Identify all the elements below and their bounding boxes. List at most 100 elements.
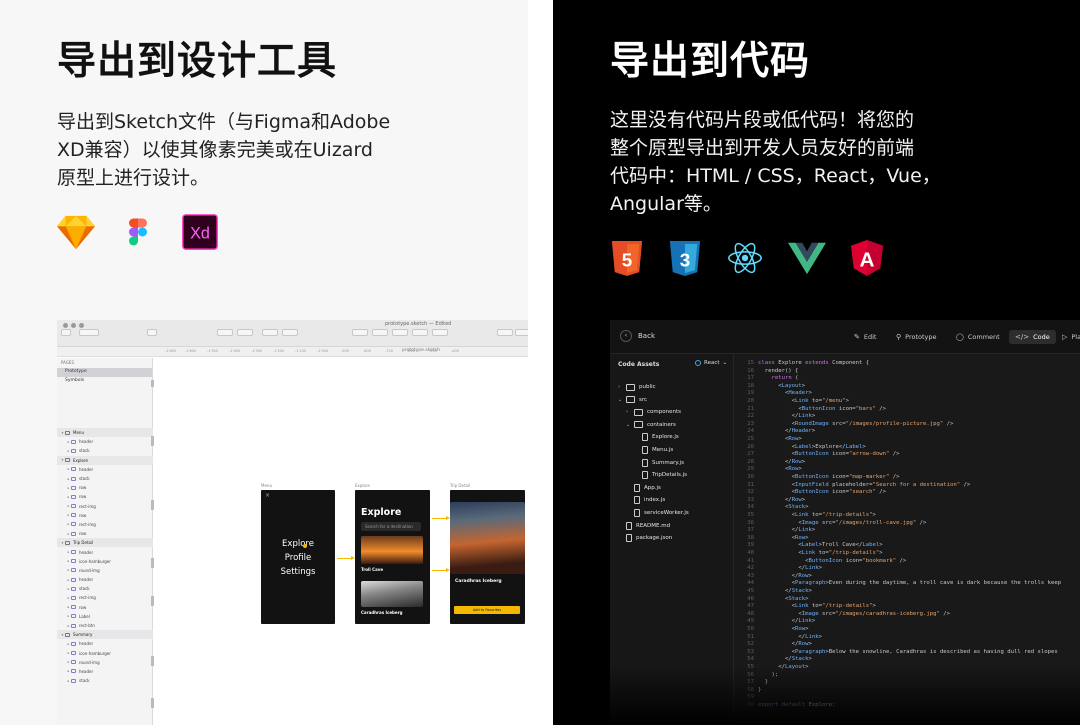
tab-edit[interactable]: ✎ Edit (854, 330, 876, 344)
layer-item[interactable]: ▸ stack (57, 676, 153, 685)
subtract-button[interactable] (515, 329, 528, 336)
layer-item[interactable]: ▸ row (57, 492, 153, 501)
rotate-button[interactable] (372, 329, 388, 336)
layer-group[interactable]: ▾ Menu (57, 428, 153, 438)
scale-button[interactable] (412, 329, 428, 336)
layer-item[interactable]: ▸ header (57, 667, 153, 676)
layer-item[interactable]: ▸ header (57, 465, 153, 474)
file-item[interactable]: App.js (634, 482, 661, 494)
trip-detail-artboard[interactable]: Caradhras Iceberg Add to Favorites (450, 490, 525, 624)
explore-search-field[interactable]: Search for a destination (361, 522, 421, 531)
code-line: </Row> (758, 572, 812, 579)
folder-item[interactable]: › public (618, 381, 656, 393)
layer-group[interactable]: ▾ Summary (57, 630, 153, 640)
explore-artboard[interactable]: Explore Search for a destination Troll C… (355, 490, 430, 624)
file-item[interactable]: README.md (626, 520, 670, 532)
layer-item[interactable]: ▸ header (57, 575, 153, 584)
chevron-down-icon[interactable]: ⌄ (626, 422, 630, 428)
chevron-right-icon[interactable]: › (618, 384, 622, 390)
xd-logo-text: Xd (190, 225, 210, 243)
menu-item-explore[interactable]: Explore (261, 539, 335, 549)
layer-name: header (79, 668, 94, 674)
code-export-description: 这里没有代码片段或低代码！将您的 整个原型导出到开发人员友好的前端 代码中：HT… (610, 106, 980, 218)
file-item[interactable]: Explore.js (642, 431, 679, 443)
tab-play[interactable]: ▷ Pla (1062, 330, 1080, 344)
file-item[interactable]: Menu.js (642, 444, 673, 456)
zoom-window-icon[interactable] (79, 323, 84, 328)
insert-tool-button[interactable] (61, 329, 71, 336)
layer-item[interactable]: ▸ row (57, 529, 153, 538)
layer-item[interactable]: ▸ round-img (57, 566, 153, 575)
tab-comment[interactable]: ◯ Comment (956, 330, 1000, 344)
file-item[interactable]: TripDetails.js (642, 469, 687, 481)
layer-item[interactable]: ▸ row (57, 483, 153, 492)
tab-prototype[interactable]: ⚲ Prototype (896, 330, 937, 344)
page-item-symbols[interactable]: Symbols (57, 377, 152, 386)
layer-item[interactable]: ▸ header (57, 437, 153, 446)
backward-button[interactable] (237, 329, 253, 336)
layer-icon (71, 595, 76, 600)
line-number: 33 (747, 496, 754, 503)
folder-item[interactable]: ⌄ containers (626, 419, 676, 431)
code-line: <ButtonIcon icon="arrow-down" /> (758, 451, 900, 458)
layer-item[interactable]: ▸ icon-hamburger (57, 557, 153, 566)
code-line: <Stack> (758, 595, 809, 602)
menu-item-profile[interactable]: Profile (261, 553, 335, 563)
layer-item[interactable]: ▸ header (57, 547, 153, 556)
vue-icon (788, 242, 826, 275)
file-item[interactable]: serviceWorker.js (634, 507, 689, 519)
design-canvas[interactable]: Menu × Explore Profile Settings Explore … (161, 358, 528, 725)
layer-item[interactable]: ▸ Label (57, 612, 153, 621)
menu-artboard[interactable]: × Explore Profile Settings (261, 490, 335, 624)
minimize-window-icon[interactable] (71, 323, 76, 328)
file-item[interactable]: index.js (634, 494, 665, 506)
flatten-button[interactable] (432, 329, 448, 336)
canvas-file-name: prototype.sketch (402, 348, 441, 353)
folder-item[interactable]: › components (626, 406, 681, 418)
layer-item[interactable]: ▸ rect-btn (57, 621, 153, 630)
file-item[interactable]: package.json (626, 532, 672, 544)
group-button[interactable] (262, 329, 278, 336)
data-tool-button[interactable] (79, 329, 99, 336)
edit-button[interactable] (352, 329, 368, 336)
file-item[interactable]: Summary.js (642, 457, 684, 469)
ungroup-button[interactable] (282, 329, 298, 336)
code-line: </Link> (758, 413, 816, 420)
layer-item[interactable]: ▸ icon-hamburger (57, 649, 153, 658)
layers-scroll-markers (151, 380, 154, 708)
menu-item-settings[interactable]: Settings (261, 567, 335, 577)
layer-item[interactable]: ▸ stack (57, 446, 153, 455)
back-button[interactable]: ‹ Back (620, 330, 655, 342)
layer-icon (71, 513, 76, 518)
layer-item[interactable]: ▸ round-img (57, 658, 153, 667)
line-number: 29 (747, 466, 754, 473)
chevron-down-icon: ⌄ (722, 360, 728, 366)
folder-item[interactable]: ⌄ src (618, 394, 647, 406)
html5-icon: 5 (611, 241, 643, 276)
layer-item[interactable]: ▸ stack (57, 584, 153, 593)
create-symbol-button[interactable] (147, 329, 157, 336)
code-line: </Link> (758, 633, 823, 640)
layer-item[interactable]: ▸ rect-img (57, 502, 153, 511)
layer-item[interactable]: ▸ row (57, 511, 153, 520)
code-line: return ( (771, 375, 799, 382)
layer-item[interactable]: ▸ stack (57, 474, 153, 483)
layer-item[interactable]: ▸ rect-img (57, 593, 153, 602)
layer-group[interactable]: ▾ Explore (57, 455, 153, 465)
add-favorites-button[interactable]: Add to Favorites (454, 606, 520, 614)
union-button[interactable] (497, 329, 513, 336)
chevron-right-icon[interactable]: › (626, 409, 630, 415)
mask-button[interactable] (392, 329, 408, 336)
forward-button[interactable] (217, 329, 233, 336)
layer-group[interactable]: ▾ Trip Detail (57, 538, 153, 548)
framework-select[interactable]: React ⌄ (695, 360, 727, 366)
layer-item[interactable]: ▸ rect-img (57, 520, 153, 529)
page-item-prototype[interactable]: Prototype (57, 368, 152, 377)
layer-item[interactable]: ▸ header (57, 639, 153, 648)
layer-name: Summary (73, 632, 93, 638)
close-window-icon[interactable] (63, 323, 68, 328)
editor-toolbar: ‹ Back ✎ Edit ⚲ Prototype ◯ Comment </> … (610, 320, 1080, 354)
tab-code[interactable]: </> Code (1009, 330, 1056, 344)
chevron-down-icon[interactable]: ⌄ (618, 397, 622, 403)
layer-item[interactable]: ▸ row (57, 603, 153, 612)
